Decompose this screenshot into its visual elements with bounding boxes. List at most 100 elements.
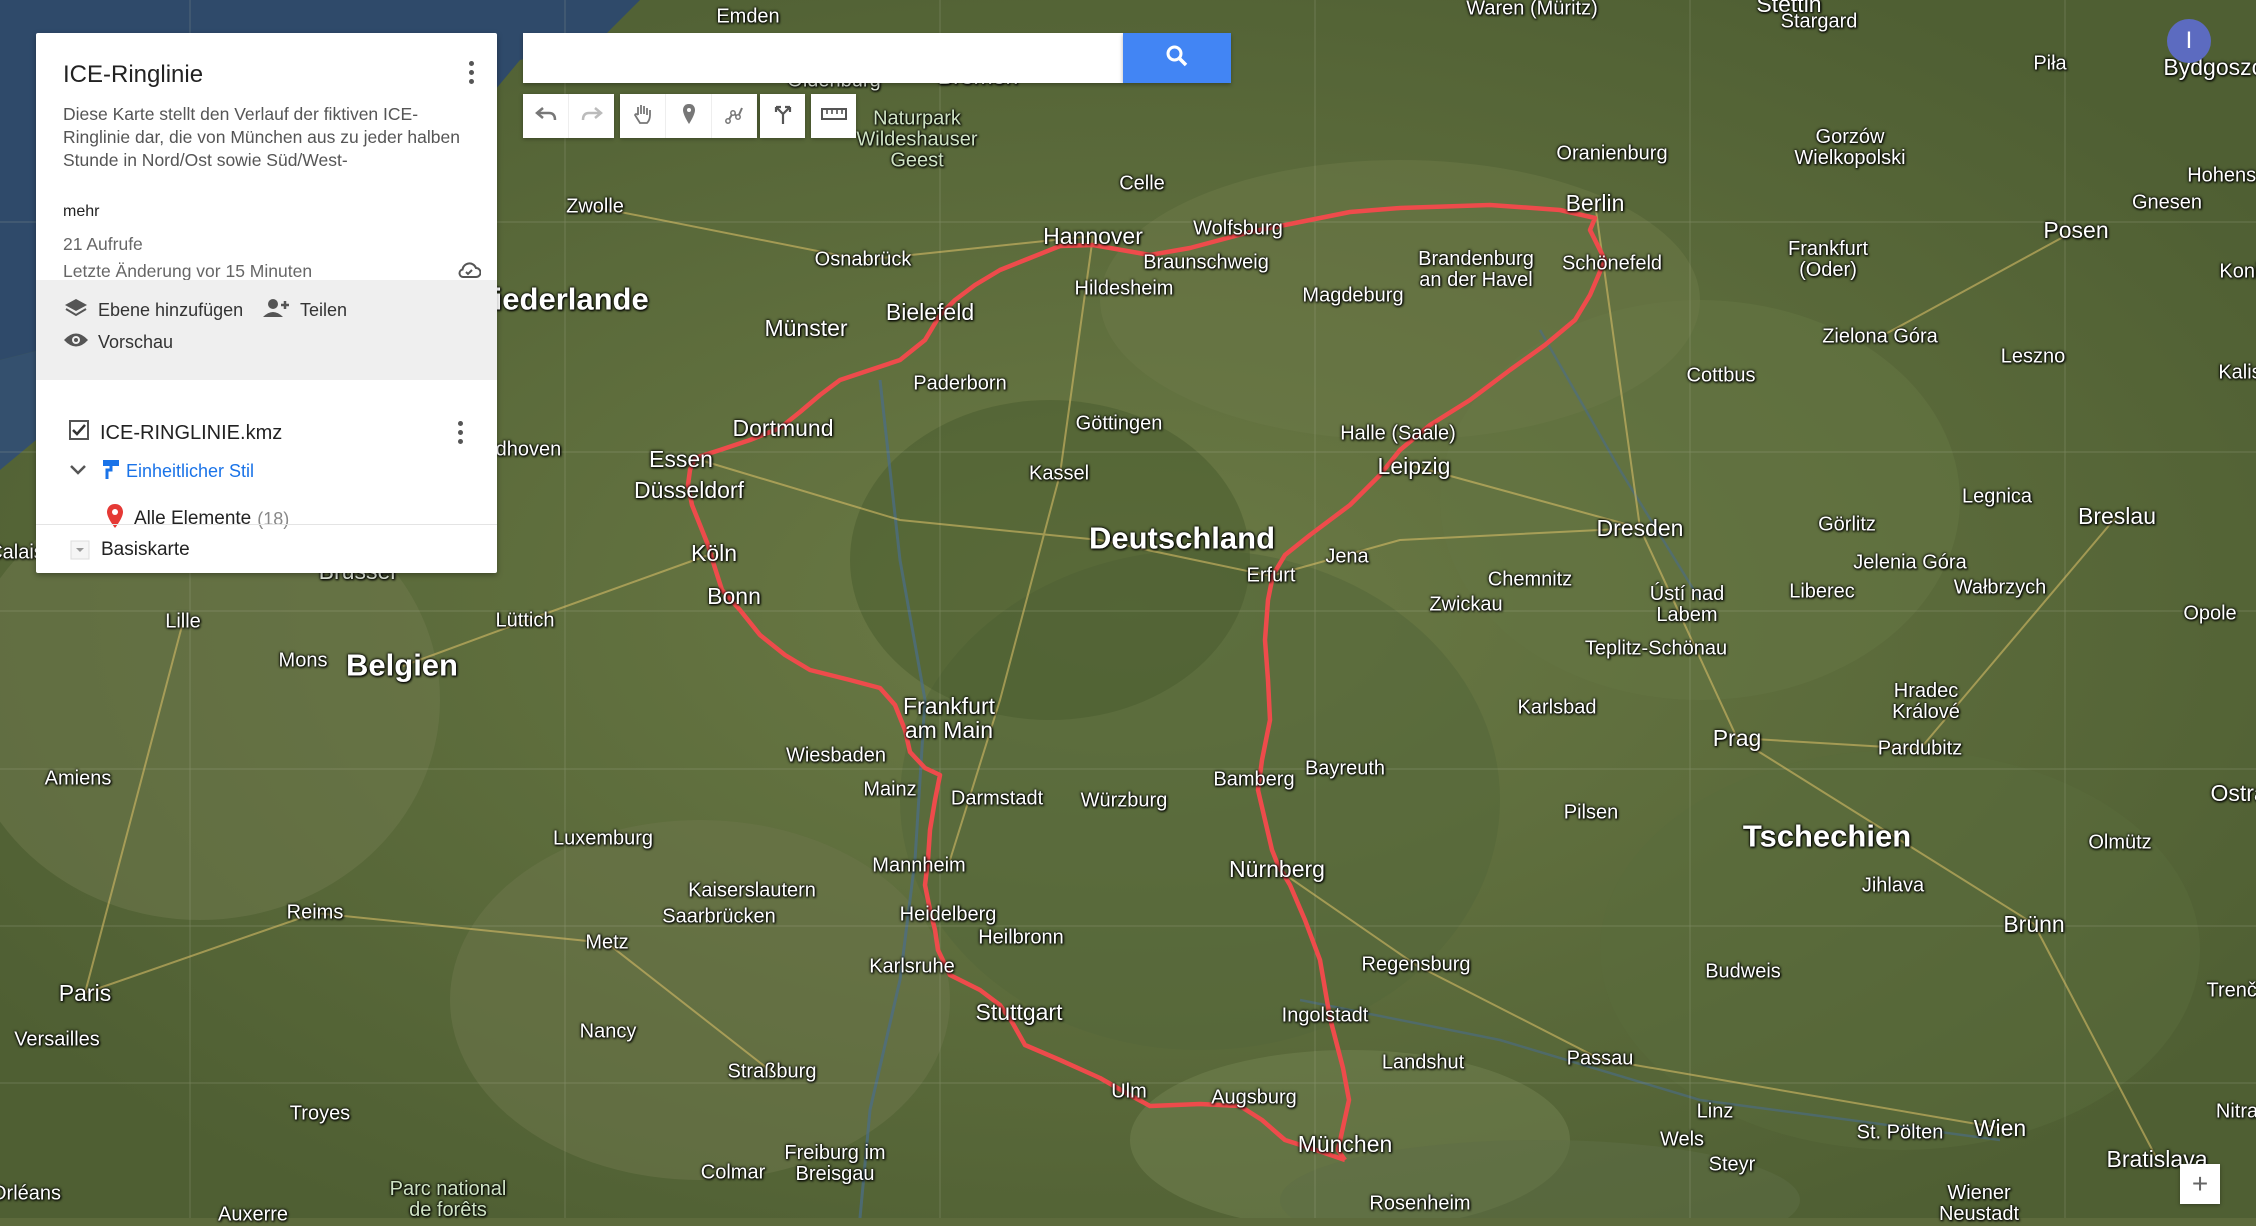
map-description[interactable]: Diese Karte stellt den Verlauf der fikti… [63, 103, 463, 172]
map-place-label[interactable]: Magdeburg [1302, 285, 1403, 307]
map-place-label[interactable]: Olmütz [2088, 832, 2151, 854]
map-place-label[interactable]: Liberec [1789, 581, 1855, 603]
map-place-label[interactable]: Luxemburg [553, 828, 653, 850]
map-place-label[interactable]: Wien [1974, 1116, 2026, 1140]
preview-button[interactable]: Vorschau [63, 330, 173, 355]
map-place-label[interactable]: Karlsbad [1518, 697, 1597, 719]
map-place-label[interactable]: Leszno [2001, 346, 2066, 368]
map-place-label[interactable]: Paris [59, 981, 111, 1005]
map-place-label[interactable]: Ingolstadt [1282, 1005, 1369, 1027]
map-place-label[interactable]: Würzburg [1081, 790, 1168, 812]
map-place-label[interactable]: Lille [165, 611, 201, 633]
layer-checkbox-icon[interactable] [68, 419, 90, 447]
map-place-label[interactable]: Kalisz [2218, 362, 2256, 384]
map-place-label[interactable]: Amiens [45, 768, 112, 790]
map-place-label[interactable]: Brandenburg an der Havel [1418, 249, 1534, 291]
style-row[interactable]: Einheitlicher Stil [68, 458, 254, 485]
map-place-label[interactable]: Nitra [2216, 1101, 2256, 1123]
map-place-label[interactable]: Emden [716, 6, 779, 28]
map-place-label[interactable]: Prag [1713, 726, 1762, 750]
map-place-label[interactable]: Frankfurt (Oder) [1788, 239, 1868, 281]
map-place-label[interactable]: Zwickau [1429, 594, 1502, 616]
undo-button[interactable] [523, 94, 569, 138]
map-place-label[interactable]: Kassel [1029, 463, 1089, 485]
add-layer-button[interactable]: Ebene hinzufügen [63, 297, 243, 324]
map-place-label[interactable]: Versailles [14, 1029, 100, 1051]
map-place-label[interactable]: Naturpark Wildeshauser Geest [856, 108, 977, 172]
map-place-label[interactable]: Dortmund [733, 416, 834, 440]
map-place-label[interactable]: Ulm [1111, 1081, 1147, 1103]
map-place-label[interactable]: Wiener Neustadt [1939, 1183, 2019, 1225]
map-place-label[interactable]: Chemnitz [1488, 569, 1572, 591]
map-place-label[interactable]: Freiburg im Breisgau [784, 1143, 885, 1185]
map-place-label[interactable]: Wiesbaden [786, 745, 886, 767]
map-place-label[interactable]: Steyr [1709, 1154, 1756, 1176]
layer-options-icon[interactable] [458, 421, 463, 448]
map-place-label[interactable]: Tschechien [1743, 820, 1911, 854]
map-place-label[interactable]: Paderborn [913, 373, 1006, 395]
map-place-label[interactable]: Gorzów Wielkopolski [1794, 127, 1905, 169]
style-label[interactable]: Einheitlicher Stil [126, 461, 254, 482]
user-avatar[interactable]: I [2167, 19, 2211, 63]
basemap-row[interactable]: Basiskarte [36, 524, 497, 574]
map-place-label[interactable]: Jelenia Góra [1853, 552, 1966, 574]
map-place-label[interactable]: Pilsen [1564, 802, 1618, 824]
map-place-label[interactable]: Bonn [707, 584, 761, 608]
map-place-label[interactable]: Auxerre [218, 1204, 288, 1226]
chevron-down-icon[interactable] [68, 461, 88, 482]
map-place-label[interactable]: Nancy [580, 1021, 637, 1043]
map-place-label[interactable]: Essen [649, 447, 713, 471]
map-place-label[interactable]: Budweis [1705, 961, 1781, 983]
map-place-label[interactable]: Karlsruhe [869, 956, 955, 978]
map-place-label[interactable]: Linz [1697, 1101, 1734, 1123]
add-marker-button[interactable] [666, 94, 712, 138]
map-place-label[interactable]: Zwolle [566, 196, 624, 218]
map-place-label[interactable]: Landshut [1382, 1052, 1464, 1074]
map-place-label[interactable]: Colmar [701, 1162, 765, 1184]
map-options-menu-icon[interactable] [469, 61, 475, 88]
map-place-label[interactable]: Düsseldorf [634, 478, 744, 502]
map-place-label[interactable]: Dresden [1597, 516, 1684, 540]
map-place-label[interactable]: Posen [2043, 218, 2108, 242]
map-place-label[interactable]: Opole [2183, 603, 2236, 625]
map-place-label[interactable]: Ostrau [2210, 781, 2256, 805]
map-place-label[interactable]: Trenčín [2206, 980, 2256, 1002]
map-place-label[interactable]: Wałbrzych [1954, 577, 2047, 599]
map-place-label[interactable]: Bayreuth [1305, 758, 1385, 780]
map-place-label[interactable]: Oranienburg [1556, 143, 1667, 165]
map-place-label[interactable]: Rosenheim [1369, 1193, 1470, 1215]
map-place-label[interactable]: Konin [2219, 261, 2256, 283]
map-title[interactable]: ICE-Ringlinie [63, 61, 203, 89]
basemap-dropdown-icon[interactable] [70, 540, 90, 565]
map-place-label[interactable]: Saarbrücken [662, 906, 775, 928]
map-place-label[interactable]: Lüttich [496, 610, 555, 632]
map-place-label[interactable]: Darmstadt [951, 788, 1043, 810]
map-place-label[interactable]: Leipzig [1378, 454, 1451, 478]
map-place-label[interactable]: Hildesheim [1075, 278, 1174, 300]
map-place-label[interactable]: Wels [1660, 1129, 1704, 1151]
map-place-label[interactable]: Celle [1119, 173, 1165, 195]
map-place-label[interactable]: Osnabrück [815, 249, 912, 271]
draw-line-button[interactable] [712, 94, 757, 138]
map-place-label[interactable]: Niederlande [471, 283, 648, 317]
basemap-label[interactable]: Basiskarte [101, 539, 190, 561]
map-place-label[interactable]: Metz [585, 932, 628, 954]
map-place-label[interactable]: Mainz [863, 779, 916, 801]
map-place-label[interactable]: Mons [279, 650, 328, 672]
map-place-label[interactable]: Piła [2033, 53, 2066, 75]
map-place-label[interactable]: Deutschland [1089, 522, 1275, 556]
map-place-label[interactable]: Halle (Saale) [1340, 423, 1456, 445]
map-place-label[interactable]: Straßburg [728, 1061, 817, 1083]
map-place-label[interactable]: Pardubitz [1878, 738, 1963, 760]
map-place-label[interactable]: Parc national de forêts [390, 1179, 507, 1221]
map-place-label[interactable]: Hohensalza [2187, 165, 2256, 187]
map-place-label[interactable]: Münster [764, 316, 847, 340]
pan-tool-button[interactable] [620, 94, 666, 138]
map-place-label[interactable]: Gnesen [2132, 192, 2202, 214]
more-link[interactable]: mehr [63, 203, 99, 221]
map-place-label[interactable]: Göttingen [1076, 413, 1163, 435]
map-place-label[interactable]: Belgien [346, 649, 458, 683]
map-place-label[interactable]: Wolfsburg [1193, 218, 1283, 240]
map-place-label[interactable]: Berlin [1566, 191, 1625, 215]
map-place-label[interactable]: Ústí nad Labem [1650, 584, 1724, 626]
